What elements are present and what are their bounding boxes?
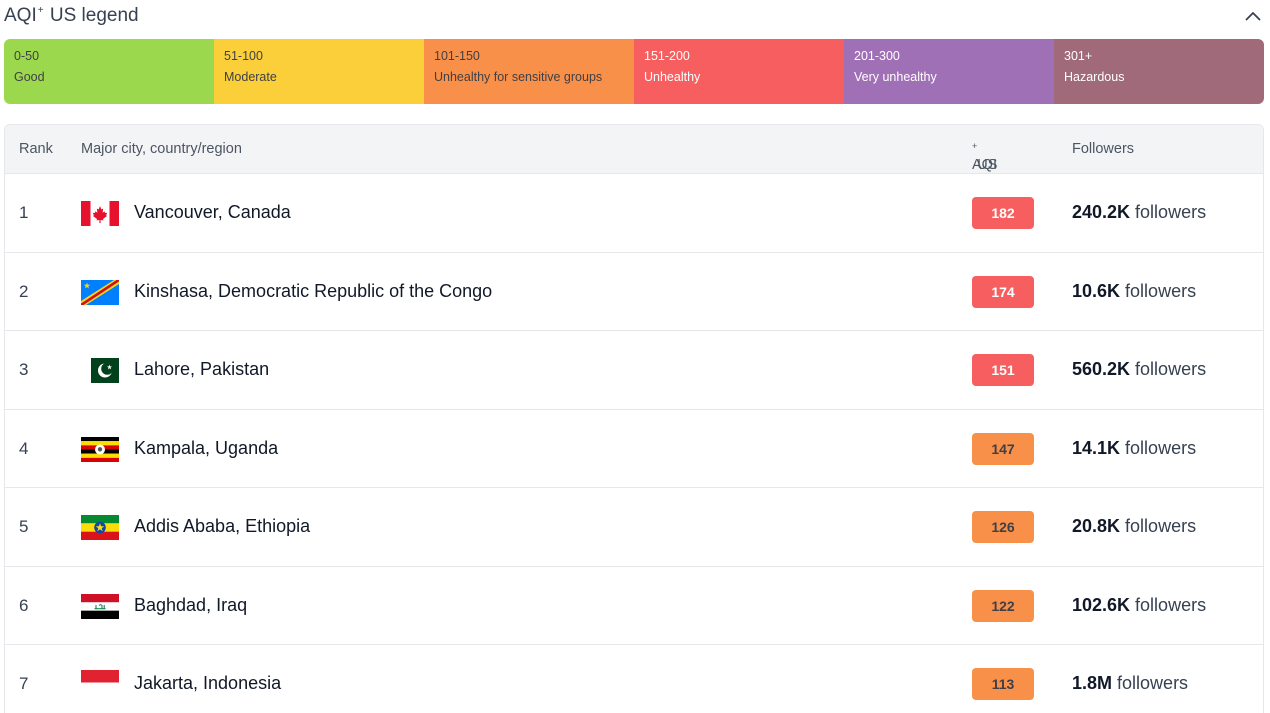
table-row[interactable]: 4 Kampala, Uganda 147 14.1K followers xyxy=(5,410,1263,488)
legend-label: Moderate xyxy=(224,70,277,84)
city-link[interactable]: Kampala, Uganda xyxy=(134,438,278,459)
table-row[interactable]: 1 Vancouver, Canada 182 240.2K followers xyxy=(5,174,1263,253)
legend-segment-hazardous: 301+ Hazardous xyxy=(1054,39,1264,104)
row-rank: 2 xyxy=(19,281,29,301)
legend-range: 151-200 xyxy=(644,49,690,63)
canada-flag-icon xyxy=(81,201,119,226)
pakistan-flag-icon xyxy=(81,358,119,383)
legend-range: 0-50 xyxy=(14,49,40,63)
aqi-badge: 126 xyxy=(972,511,1034,543)
legend-range: 301+ xyxy=(1064,49,1093,63)
city-link[interactable]: Vancouver, Canada xyxy=(134,202,291,223)
city-link[interactable]: Baghdad, Iraq xyxy=(134,595,247,616)
followers-number: 1.8M xyxy=(1072,673,1113,693)
header-aqi-suffix: US xyxy=(977,157,998,173)
followers-count: 10.6K followers xyxy=(1072,281,1196,302)
aqi-badge: 113 xyxy=(972,668,1034,700)
legend-range: 101-150 xyxy=(434,49,480,63)
legend-label: Unhealthy for sensitive groups xyxy=(434,70,603,84)
aqi-badge: 122 xyxy=(972,589,1034,622)
collapse-legend-button[interactable] xyxy=(1242,5,1264,27)
city-ranking-table: Rank Major city, country/region AQI + US … xyxy=(4,124,1264,713)
followers-label: followers xyxy=(1120,437,1197,458)
city-link[interactable]: Jakarta, Indonesia xyxy=(134,673,281,694)
aqi-badge: 147 xyxy=(972,432,1034,465)
legend-label: Hazardous xyxy=(1064,70,1125,84)
row-rank: 6 xyxy=(19,595,29,615)
header-aqi: AQI + US xyxy=(972,141,997,173)
legend-segment-unhealthy: 151-200 Unhealthy xyxy=(634,39,844,104)
header-rank: Rank xyxy=(19,141,53,157)
legend-segment-good: 0-50 Good xyxy=(4,39,214,104)
row-rank: 1 xyxy=(19,203,29,222)
followers-label: followers xyxy=(1130,594,1207,615)
row-rank: 7 xyxy=(19,674,29,693)
legend-label: Unhealthy xyxy=(644,70,701,84)
legend-title-sup: + xyxy=(37,5,44,16)
aqi-badge: 151 xyxy=(972,354,1034,386)
table-row[interactable]: 6 Baghdad, Iraq 122 102.6K followers xyxy=(5,567,1263,645)
legend-title-aqi: AQI xyxy=(4,5,37,26)
ethiopia-flag-icon xyxy=(81,515,119,540)
legend-segment-sensitive: 101-150 Unhealthy for sensitive groups xyxy=(424,39,634,104)
legend-label: Very unhealthy xyxy=(854,70,937,84)
city-link[interactable]: Lahore, Pakistan xyxy=(134,359,269,380)
followers-number: 14.1K xyxy=(1072,437,1121,458)
table-row[interactable]: 7 Jakarta, Indonesia 113 1.8M followers xyxy=(5,645,1263,713)
aqi-badge: 182 xyxy=(972,197,1034,229)
table-row[interactable]: 5 Addis Ababa, Ethiopia 126 20.8K follow… xyxy=(5,488,1263,567)
followers-number: 240.2K xyxy=(1072,202,1131,222)
legend-title: AQI+ US legend xyxy=(4,5,139,27)
table-row[interactable]: 3 Lahore, Pakistan 151 560.2K followers xyxy=(5,331,1263,410)
dr-congo-flag-icon xyxy=(81,279,119,305)
legend-segment-very-unhealthy: 201-300 Very unhealthy xyxy=(844,39,1054,104)
followers-count: 102.6K followers xyxy=(1072,595,1206,616)
followers-number: 10.6K xyxy=(1072,280,1121,301)
iraq-flag-icon xyxy=(81,593,119,619)
header-aqi-sup: + xyxy=(972,141,978,151)
followers-label: followers xyxy=(1120,280,1197,301)
legend-header: AQI+ US legend xyxy=(4,4,1264,28)
followers-label: followers xyxy=(1130,202,1207,222)
followers-count: 560.2K followers xyxy=(1072,359,1206,380)
row-rank: 5 xyxy=(19,517,29,536)
uganda-flag-icon xyxy=(81,436,119,462)
aqi-badge: 174 xyxy=(972,275,1034,308)
followers-number: 560.2K xyxy=(1072,359,1131,379)
legend-range: 201-300 xyxy=(854,49,900,63)
indonesia-flag-icon xyxy=(81,670,119,695)
followers-number: 102.6K xyxy=(1072,594,1131,615)
legend-label: Good xyxy=(14,70,45,84)
legend-title-suffix: US legend xyxy=(44,5,139,26)
aqi-legend-bar: 0-50 Good 51-100 Moderate 101-150 Unhealthy… xyxy=(4,39,1264,104)
city-link[interactable]: Addis Ababa, Ethiopia xyxy=(134,516,310,537)
followers-label: followers xyxy=(1120,516,1197,536)
followers-count: 1.8M followers xyxy=(1072,673,1188,694)
row-rank: 3 xyxy=(19,360,29,379)
followers-label: followers xyxy=(1130,359,1207,379)
table-row[interactable]: 2 Kinshasa, Democratic Republic of the C… xyxy=(5,253,1263,331)
followers-count: 20.8K followers xyxy=(1072,516,1196,537)
chevron-up-icon xyxy=(1245,12,1261,21)
followers-count: 240.2K followers xyxy=(1072,202,1206,223)
followers-count: 14.1K followers xyxy=(1072,438,1196,459)
table-header: Rank Major city, country/region AQI + US … xyxy=(5,125,1263,174)
followers-number: 20.8K xyxy=(1072,516,1121,536)
row-rank: 4 xyxy=(19,438,29,458)
legend-range: 51-100 xyxy=(224,49,263,63)
city-link[interactable]: Kinshasa, Democratic Republic of the Con… xyxy=(134,281,492,302)
header-city: Major city, country/region xyxy=(81,141,242,157)
followers-label: followers xyxy=(1112,673,1189,693)
header-followers: Followers xyxy=(1072,141,1135,157)
legend-segment-moderate: 51-100 Moderate xyxy=(214,39,424,104)
